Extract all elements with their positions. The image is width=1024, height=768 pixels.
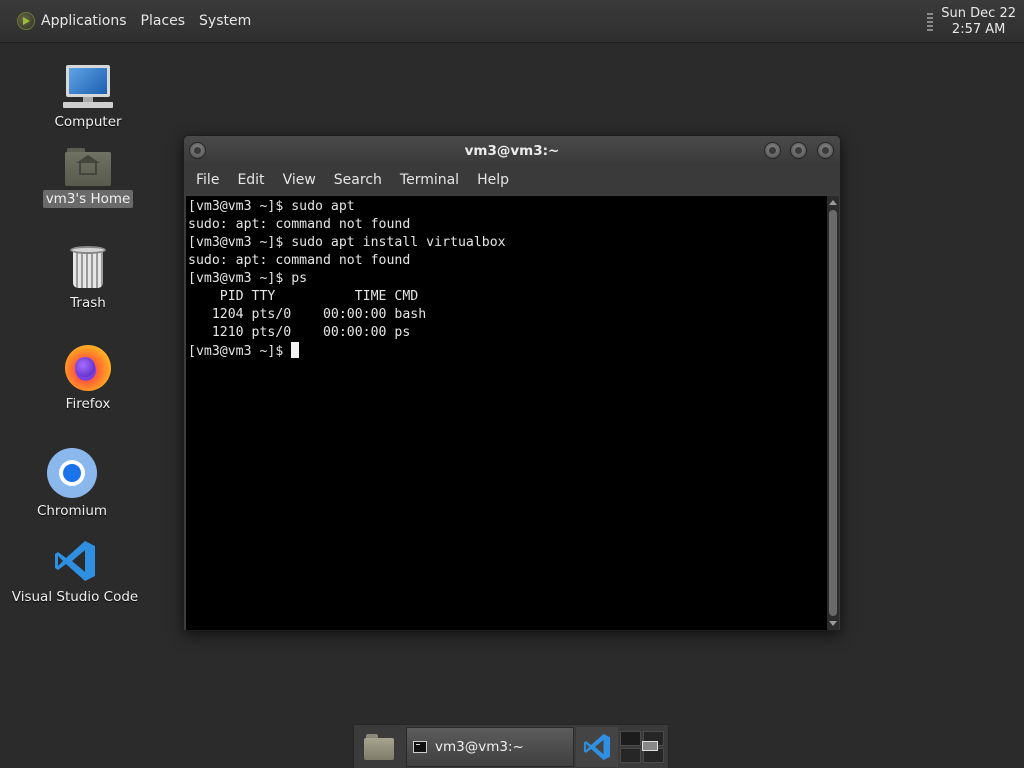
scroll-up-icon[interactable] bbox=[829, 200, 837, 205]
desktop-icon-vscode[interactable]: Visual Studio Code bbox=[12, 538, 138, 606]
close-button[interactable] bbox=[817, 142, 834, 159]
file-manager-launcher-icon[interactable] bbox=[364, 733, 394, 760]
applications-logo-icon bbox=[17, 12, 35, 30]
vscode-icon bbox=[583, 733, 611, 761]
terminal-line: [vm3@vm3 ~]$ sudo apt install virtualbox bbox=[188, 235, 506, 250]
scroll-down-icon[interactable] bbox=[829, 621, 837, 626]
terminal-line: PID TTY TIME CMD bbox=[188, 289, 419, 304]
terminal-titlebar[interactable]: vm3@vm3:~ bbox=[184, 136, 840, 166]
window-title: vm3@vm3:~ bbox=[464, 143, 560, 159]
window-menu-button[interactable] bbox=[189, 142, 206, 159]
desktop-icon-firefox[interactable]: Firefox bbox=[52, 345, 124, 413]
top-panel: Applications Places System Sun Dec 22 2:… bbox=[0, 0, 1024, 43]
minimize-button[interactable] bbox=[764, 142, 781, 159]
workspace-3[interactable] bbox=[620, 748, 641, 763]
system-menu[interactable]: System bbox=[192, 0, 258, 42]
desktop-icon-home[interactable]: vm3's Home bbox=[42, 146, 134, 208]
menu-search[interactable]: Search bbox=[325, 172, 391, 188]
taskbar-item-label: vm3@vm3:~ bbox=[435, 739, 524, 755]
terminal-prompt-line: [vm3@vm3 ~]$ bbox=[188, 342, 827, 361]
terminal-line: [vm3@vm3 ~]$ ps bbox=[188, 271, 308, 286]
desktop-icon-chromium[interactable]: Chromium bbox=[34, 448, 110, 520]
desktop-icon-label: Chromium bbox=[36, 503, 108, 519]
terminal-line: sudo: apt: command not found bbox=[188, 217, 411, 232]
maximize-button[interactable] bbox=[790, 142, 807, 159]
workspace-1[interactable] bbox=[620, 731, 641, 746]
panel-right: Sun Dec 22 2:57 AM bbox=[927, 0, 1024, 43]
terminal-icon bbox=[413, 741, 427, 753]
desktop-icon-label: Firefox bbox=[65, 396, 111, 412]
menu-terminal[interactable]: Terminal bbox=[391, 172, 468, 188]
bottom-taskbar: vm3@vm3:~ bbox=[353, 724, 669, 768]
terminal-scrollbar[interactable] bbox=[827, 196, 839, 630]
taskbar-item-vscode[interactable] bbox=[576, 727, 618, 767]
firefox-icon bbox=[65, 345, 111, 391]
chromium-icon bbox=[47, 448, 97, 498]
menu-view[interactable]: View bbox=[274, 172, 325, 188]
desktop-icon-label: Trash bbox=[70, 295, 106, 311]
terminal-prompt: [vm3@vm3 ~]$ bbox=[188, 344, 292, 359]
desktop-icon-label: Visual Studio Code bbox=[11, 589, 139, 605]
menu-file[interactable]: File bbox=[187, 172, 228, 188]
applications-menu[interactable]: Applications bbox=[10, 0, 134, 42]
applications-menu-label: Applications bbox=[41, 13, 127, 29]
terminal-line: sudo: apt: command not found bbox=[188, 253, 411, 268]
desktop-icon-computer[interactable]: Computer bbox=[52, 63, 124, 131]
terminal-output[interactable]: [vm3@vm3 ~]$ sudo apt sudo: apt: command … bbox=[186, 196, 827, 630]
places-menu[interactable]: Places bbox=[134, 0, 193, 42]
home-folder-icon bbox=[65, 146, 111, 186]
panel-menubar: Applications Places System bbox=[0, 0, 258, 42]
terminal-window: vm3@vm3:~ File Edit View Search Terminal… bbox=[183, 135, 841, 631]
scrollbar-thumb[interactable] bbox=[829, 210, 837, 616]
menu-help[interactable]: Help bbox=[468, 172, 518, 188]
trash-icon bbox=[68, 246, 108, 290]
terminal-menubar: File Edit View Search Terminal Help bbox=[184, 166, 840, 194]
clock-time: 2:57 AM bbox=[951, 21, 1006, 37]
clock[interactable]: Sun Dec 22 2:57 AM bbox=[941, 6, 1024, 38]
terminal-line: 1204 pts/0 00:00:00 bash bbox=[188, 307, 427, 322]
panel-handle-icon[interactable] bbox=[927, 12, 934, 31]
desktop-icon-trash[interactable]: Trash bbox=[52, 246, 124, 312]
taskbar-item-terminal[interactable]: vm3@vm3:~ bbox=[406, 727, 574, 767]
computer-icon bbox=[63, 63, 113, 109]
text-cursor bbox=[291, 342, 300, 358]
menu-edit[interactable]: Edit bbox=[228, 172, 273, 188]
terminal-line: [vm3@vm3 ~]$ sudo apt bbox=[188, 199, 355, 214]
vscode-icon bbox=[52, 538, 98, 584]
desktop-icon-label: vm3's Home bbox=[42, 190, 134, 208]
show-desktop-icon[interactable] bbox=[642, 741, 658, 751]
desktop-icon-label: Computer bbox=[54, 114, 122, 130]
terminal-line: 1210 pts/0 00:00:00 ps bbox=[188, 325, 411, 340]
clock-date: Sun Dec 22 bbox=[941, 5, 1016, 21]
